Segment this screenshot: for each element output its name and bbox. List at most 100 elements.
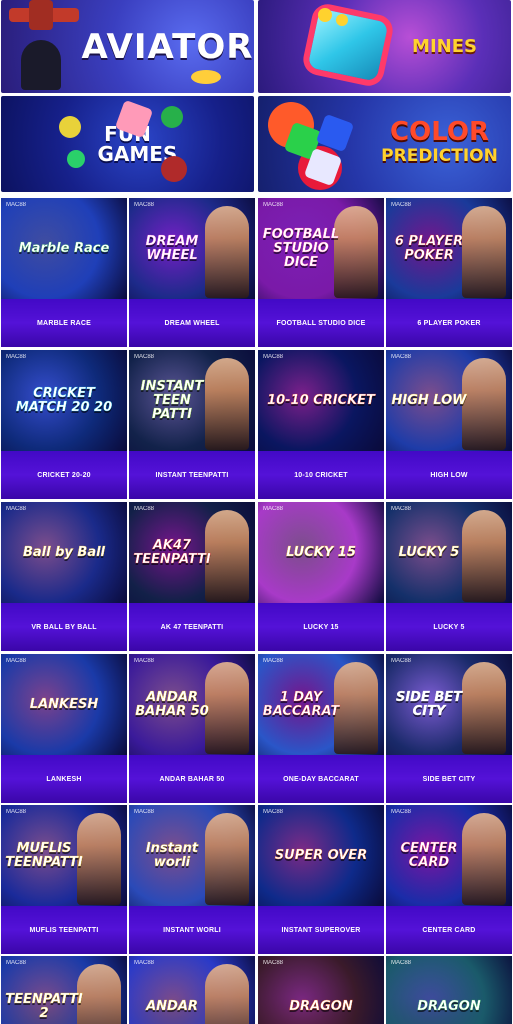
game-art-title: SUPER OVER — [274, 847, 368, 863]
dealer-figure — [205, 964, 249, 1024]
game-thumbnail: MAC88 TEENPATTI 2 — [1, 956, 127, 1024]
color-title-line1: COLOR — [390, 117, 489, 147]
game-label: LUCKY 15 — [258, 603, 384, 651]
game-card[interactable]: MAC88 1 DAY BACCARAT ONE-DAY BACCARAT — [258, 654, 384, 803]
brand-logo: MAC88 — [6, 202, 27, 208]
game-art-title: SIDE BET CITY — [395, 689, 463, 719]
game-thumbnail: MAC88 SIDE BET CITY — [386, 654, 512, 755]
game-label: VR BALL BY BALL — [1, 603, 127, 651]
fun-games-banner[interactable]: FUN GAMES — [1, 96, 254, 192]
game-card[interactable]: MAC88 ANDAR BAHAR 50 ANDAR BAHAR 50 — [129, 654, 255, 803]
brand-logo: MAC88 — [263, 506, 284, 512]
game-card[interactable]: MAC88 DRAGON — [258, 956, 384, 1024]
brand-logo: MAC88 — [391, 809, 412, 815]
game-thumbnail: MAC88 FOOTBALL STUDIO DICE — [258, 198, 384, 299]
color-prediction-title: COLOR PREDICTION — [381, 117, 498, 168]
game-art-title: CRICKET MATCH 20 20 — [15, 385, 113, 415]
game-card[interactable]: MAC88 SUPER OVER INSTANT SUPEROVER — [258, 805, 384, 954]
brand-logo: MAC88 — [391, 658, 412, 664]
brand-logo: MAC88 — [134, 354, 155, 360]
game-card[interactable]: MAC88 LUCKY 5 LUCKY 5 — [386, 502, 512, 651]
game-thumbnail: MAC88 ANDAR — [129, 956, 255, 1024]
game-card[interactable]: MAC88 LUCKY 15 LUCKY 15 — [258, 502, 384, 651]
game-card[interactable]: MAC88 DRAGON — [386, 956, 512, 1024]
game-art-title: LUCKY 5 — [398, 544, 460, 560]
game-thumbnail: MAC88 10-10 CRICKET — [258, 350, 384, 451]
game-art-title: Instant worli — [145, 840, 199, 870]
brand-logo: MAC88 — [6, 809, 27, 815]
game-card[interactable]: MAC88 INSTANT TEEN PATTI INSTANT TEENPATTI — [129, 350, 255, 499]
game-card[interactable]: MAC88 ANDAR — [129, 956, 255, 1024]
brand-logo: MAC88 — [391, 354, 412, 360]
game-thumbnail: MAC88 Instant worli — [129, 805, 255, 906]
game-label: AK 47 TEENPATTI — [129, 603, 255, 651]
game-thumbnail: MAC88 DREAM WHEEL — [129, 198, 255, 299]
game-label: ONE-DAY BACCARAT — [258, 755, 384, 803]
game-card[interactable]: MAC88 Instant worli INSTANT WORLI — [129, 805, 255, 954]
brand-logo: MAC88 — [263, 809, 284, 815]
dealer-figure — [462, 510, 506, 602]
game-label: LANKESH — [1, 755, 127, 803]
game-card[interactable]: MAC88 DREAM WHEEL DREAM WHEEL — [129, 198, 255, 347]
game-card[interactable]: MAC88 SIDE BET CITY SIDE BET CITY — [386, 654, 512, 803]
dealer-figure — [462, 206, 506, 298]
game-label: FOOTBALL STUDIO DICE — [258, 299, 384, 347]
ball-icon — [161, 106, 183, 128]
pilot-figure — [21, 40, 61, 90]
game-label: MUFLIS TEENPATTI — [1, 906, 127, 954]
game-thumbnail: MAC88 DRAGON — [258, 956, 384, 1024]
game-card[interactable]: MAC88 TEENPATTI 2 — [1, 956, 127, 1024]
game-art-title: Ball by Ball — [22, 544, 106, 560]
game-label: CENTER CARD — [386, 906, 512, 954]
dealer-figure — [77, 964, 121, 1024]
game-card[interactable]: MAC88 6 PLAYER POKER 6 PLAYER POKER — [386, 198, 512, 347]
dealer-figure — [334, 206, 378, 298]
game-art-title: 1 DAY BACCARAT — [262, 689, 340, 719]
airplane-icon — [9, 0, 79, 30]
game-card[interactable]: MAC88 Marble Race MARBLE RACE — [1, 198, 127, 347]
game-card[interactable]: MAC88 MUFLIS TEENPATTI MUFLIS TEENPATTI — [1, 805, 127, 954]
game-art-title: HIGH LOW — [391, 392, 467, 408]
brand-logo: MAC88 — [134, 809, 155, 815]
game-thumbnail: MAC88 AK47 TEENPATTI — [129, 502, 255, 603]
dealer-figure — [462, 662, 506, 754]
game-label: CRICKET 20-20 — [1, 451, 127, 499]
ball-icon — [59, 116, 81, 138]
color-prediction-banner[interactable]: COLOR PREDICTION — [258, 96, 511, 192]
game-art-title: LANKESH — [29, 696, 99, 712]
game-label: 6 PLAYER POKER — [386, 299, 512, 347]
game-art-title: DRAGON — [289, 998, 353, 1014]
game-card[interactable]: MAC88 CENTER CARD CENTER CARD — [386, 805, 512, 954]
brand-logo: MAC88 — [391, 506, 412, 512]
game-art-title: MUFLIS TEENPATTI — [5, 840, 83, 870]
brand-logo: MAC88 — [263, 354, 284, 360]
mines-banner[interactable]: MINES — [258, 0, 511, 93]
mines-title: MINES — [412, 36, 477, 57]
game-thumbnail: MAC88 LUCKY 15 — [258, 502, 384, 603]
game-thumbnail: MAC88 MUFLIS TEENPATTI — [1, 805, 127, 906]
game-thumbnail: MAC88 INSTANT TEEN PATTI — [129, 350, 255, 451]
game-card[interactable]: MAC88 CRICKET MATCH 20 20 CRICKET 20-20 — [1, 350, 127, 499]
aviator-banner[interactable]: AVIATOR — [1, 0, 254, 93]
brand-logo: MAC88 — [6, 506, 27, 512]
brand-logo: MAC88 — [263, 202, 284, 208]
brand-logo: MAC88 — [134, 658, 155, 664]
game-art-title: Marble Race — [18, 240, 110, 256]
game-label: SIDE BET CITY — [386, 755, 512, 803]
game-card[interactable]: MAC88 AK47 TEENPATTI AK 47 TEENPATTI — [129, 502, 255, 651]
game-label: ANDAR BAHAR 50 — [129, 755, 255, 803]
game-card[interactable]: MAC88 FOOTBALL STUDIO DICE FOOTBALL STUDIO… — [258, 198, 384, 347]
game-card[interactable]: MAC88 Ball by Ball VR BALL BY BALL — [1, 502, 127, 651]
game-card[interactable]: MAC88 LANKESH LANKESH — [1, 654, 127, 803]
game-art-title: ANDAR BAHAR 50 — [135, 689, 209, 719]
game-thumbnail: MAC88 SUPER OVER — [258, 805, 384, 906]
game-art-title: FOOTBALL STUDIO DICE — [262, 226, 340, 270]
dealer-figure — [334, 662, 378, 754]
brand-logo: MAC88 — [134, 202, 155, 208]
ball-icon — [67, 150, 85, 168]
game-art-title: DREAM WHEEL — [145, 233, 199, 263]
game-card[interactable]: MAC88 10-10 CRICKET 10-10 CRICKET — [258, 350, 384, 499]
game-card[interactable]: MAC88 HIGH LOW HIGH LOW — [386, 350, 512, 499]
dealer-figure — [205, 813, 249, 905]
game-thumbnail: MAC88 1 DAY BACCARAT — [258, 654, 384, 755]
